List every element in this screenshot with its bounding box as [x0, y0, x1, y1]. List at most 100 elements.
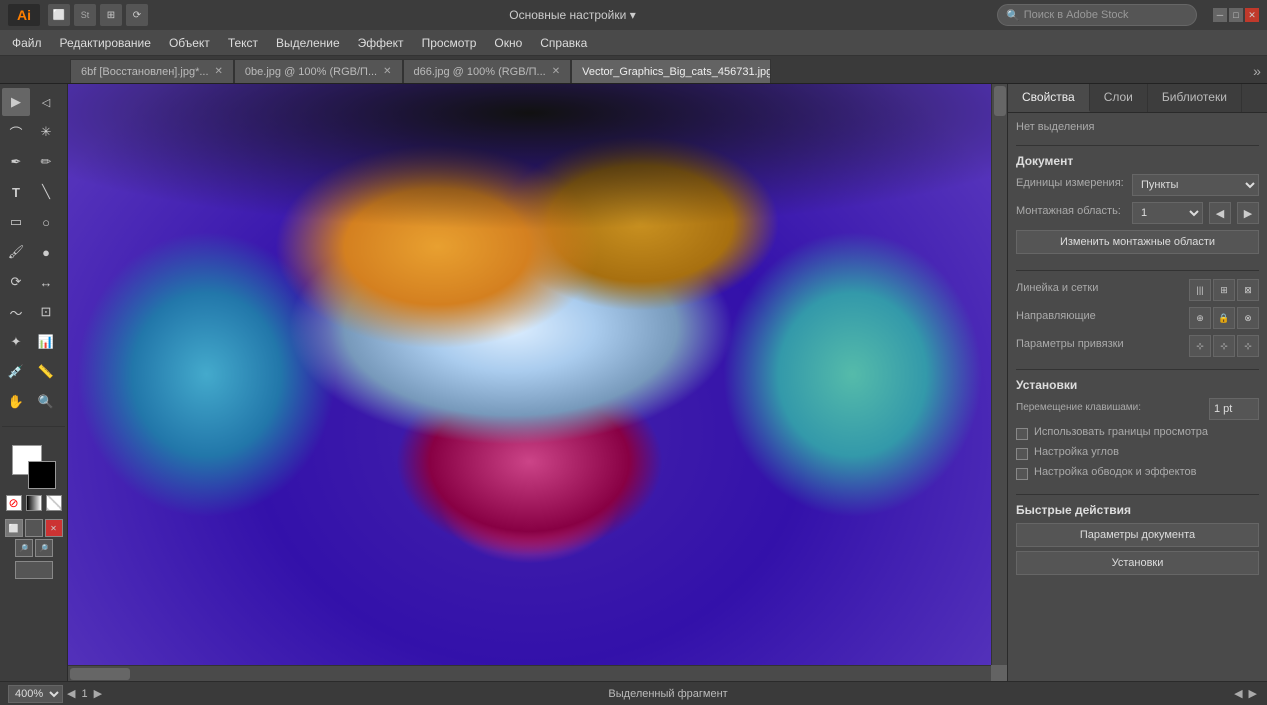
artboard-next-button[interactable]: ▶ [1237, 202, 1259, 224]
type-tool[interactable]: T [2, 178, 30, 206]
snap-pixel-button[interactable]: ⊹ [1237, 335, 1259, 357]
zoom-out-icon[interactable]: 🔎 [15, 539, 33, 557]
keyboard-move-label: Перемещение клавишами: [1016, 402, 1203, 413]
clear-guides-button[interactable]: ⊗ [1237, 307, 1259, 329]
gradient-icon[interactable] [26, 495, 42, 511]
show-grid-button[interactable]: ⊞ [1213, 279, 1235, 301]
color-swatches[interactable] [12, 445, 56, 489]
stroke-effects-checkbox[interactable] [1016, 468, 1028, 480]
next-page-button[interactable]: ▶ [92, 687, 104, 700]
guides-label: Направляющие [1016, 310, 1183, 322]
rotate-tool[interactable]: ⟳ [2, 268, 30, 296]
menu-object[interactable]: Объект [161, 33, 218, 53]
corner-settings-checkbox[interactable] [1016, 448, 1028, 460]
paint-brush-tool[interactable]: 🖌 [2, 238, 30, 266]
maximize-button[interactable]: □ [1229, 8, 1243, 22]
eyedropper-tool[interactable]: 💉 [2, 358, 30, 386]
ellipse-tool[interactable]: ○ [32, 208, 60, 236]
doc-settings-button[interactable]: Параметры документа [1016, 523, 1259, 547]
menu-window[interactable]: Окно [486, 33, 530, 53]
screen-mode-black[interactable]: ✕ [45, 519, 63, 537]
tab-2[interactable]: d66.jpg @ 100% (RGB/П... ✕ [403, 59, 572, 83]
tool-group-type: T ╲ [2, 178, 65, 206]
artboard-tool[interactable] [15, 561, 53, 579]
show-guides-button[interactable]: ⊕ [1189, 307, 1211, 329]
menu-text[interactable]: Текст [220, 33, 266, 53]
free-transform-tool[interactable]: ⊡ [32, 298, 60, 326]
warp-tool[interactable]: 〜 [2, 298, 30, 326]
lasso-tool[interactable]: ⌒ [2, 118, 30, 146]
artboard-select[interactable]: 1 [1132, 202, 1203, 224]
vertical-scrollbar-thumb[interactable] [994, 86, 1006, 116]
bridge-icon[interactable]: St [74, 4, 96, 26]
scroll-right-button[interactable]: ▶ [1247, 687, 1259, 700]
menu-select[interactable]: Выделение [268, 33, 348, 53]
tabs-overflow-button[interactable]: » [1247, 59, 1267, 83]
menu-help[interactable]: Справка [532, 33, 595, 53]
vertical-scrollbar[interactable] [991, 84, 1007, 665]
none-icon[interactable]: ⊘ [6, 495, 22, 511]
background-color[interactable] [28, 461, 56, 489]
pencil-tool[interactable]: ✏ [32, 148, 60, 176]
tab-properties[interactable]: Свойства [1008, 84, 1090, 112]
zoom-select[interactable]: 400% [8, 685, 63, 703]
preferences-button[interactable]: Установки [1016, 551, 1259, 575]
extras-icon[interactable]: ⟳ [126, 4, 148, 26]
rect-tool[interactable]: ▭ [2, 208, 30, 236]
snap-icons: ⊹ ⊹ ⊹ [1189, 335, 1259, 357]
tab-1[interactable]: 0be.jpg @ 100% (RGB/П... ✕ [234, 59, 403, 83]
minimize-button[interactable]: ─ [1213, 8, 1227, 22]
units-select[interactable]: Пункты [1132, 174, 1259, 196]
lock-guides-button[interactable]: 🔒 [1213, 307, 1235, 329]
new-doc-icon[interactable]: ⬜ [48, 4, 70, 26]
screen-mode-normal[interactable]: ⬜ [5, 519, 23, 537]
symbol-tool[interactable]: ✦ [2, 328, 30, 356]
change-artboard-button[interactable]: Изменить монтажные области [1016, 230, 1259, 254]
direct-select-tool[interactable]: ◁ [32, 88, 60, 116]
snap-point-button[interactable]: ⊹ [1189, 335, 1211, 357]
canvas-area[interactable] [68, 84, 1007, 681]
hand-tool[interactable]: ✋ [2, 388, 30, 416]
scroll-left-button[interactable]: ◀ [1232, 687, 1244, 700]
tab-close-1[interactable]: ✕ [383, 66, 391, 77]
workspace-icon[interactable]: ⊞ [100, 4, 122, 26]
scale-tool[interactable]: ↔ [32, 268, 60, 296]
menu-effect[interactable]: Эффект [350, 33, 412, 53]
page-number: 1 [79, 688, 89, 700]
tab-0[interactable]: 6bf [Восстановлен].jpg*... ✕ [70, 59, 234, 83]
menu-file[interactable]: Файл [4, 33, 50, 53]
workspace-selector[interactable]: Основные настройки ▾ [156, 8, 989, 22]
zoom-tool[interactable]: 🔍 [32, 388, 60, 416]
prev-page-button[interactable]: ◀ [65, 687, 77, 700]
tab-close-2[interactable]: ✕ [552, 66, 560, 77]
tool-group-rotate: ⟳ ↔ [2, 268, 65, 296]
show-transparency-button[interactable]: ⊠ [1237, 279, 1259, 301]
toolbar-icons: ⬜ St ⊞ ⟳ [48, 4, 148, 26]
toolbar-divider [2, 426, 65, 427]
artboard-prev-button[interactable]: ◀ [1209, 202, 1231, 224]
tab-libraries[interactable]: Библиотеки [1148, 84, 1242, 112]
horizontal-scrollbar-thumb[interactable] [70, 668, 130, 680]
show-rulers-button[interactable]: ||| [1189, 279, 1211, 301]
menu-view[interactable]: Просмотр [414, 33, 485, 53]
menu-edit[interactable]: Редактирование [52, 33, 159, 53]
magic-wand-tool[interactable]: ✳ [32, 118, 60, 146]
snap-grid-button[interactable]: ⊹ [1213, 335, 1235, 357]
stock-search[interactable]: 🔍 Поиск в Adobe Stock [997, 4, 1197, 26]
select-tool[interactable]: ▶ [2, 88, 30, 116]
view-bounds-checkbox[interactable] [1016, 428, 1028, 440]
chart-tool[interactable]: 📊 [32, 328, 60, 356]
pattern-icon[interactable] [46, 495, 62, 511]
blob-brush-tool[interactable]: ● [32, 238, 60, 266]
screen-mode-gray[interactable] [25, 519, 43, 537]
measure-tool[interactable]: 📏 [32, 358, 60, 386]
horizontal-scrollbar[interactable] [68, 665, 991, 681]
close-button[interactable]: ✕ [1245, 8, 1259, 22]
zoom-in-icon[interactable]: 🔎 [35, 539, 53, 557]
tab-layers[interactable]: Слои [1090, 84, 1148, 112]
keyboard-move-input[interactable] [1209, 398, 1259, 420]
tab-close-0[interactable]: ✕ [215, 66, 223, 77]
tab-3[interactable]: Vector_Graphics_Big_cats_456731.jpg @ 40… [571, 59, 771, 83]
line-tool[interactable]: ╲ [32, 178, 60, 206]
pen-tool[interactable]: ✒ [2, 148, 30, 176]
